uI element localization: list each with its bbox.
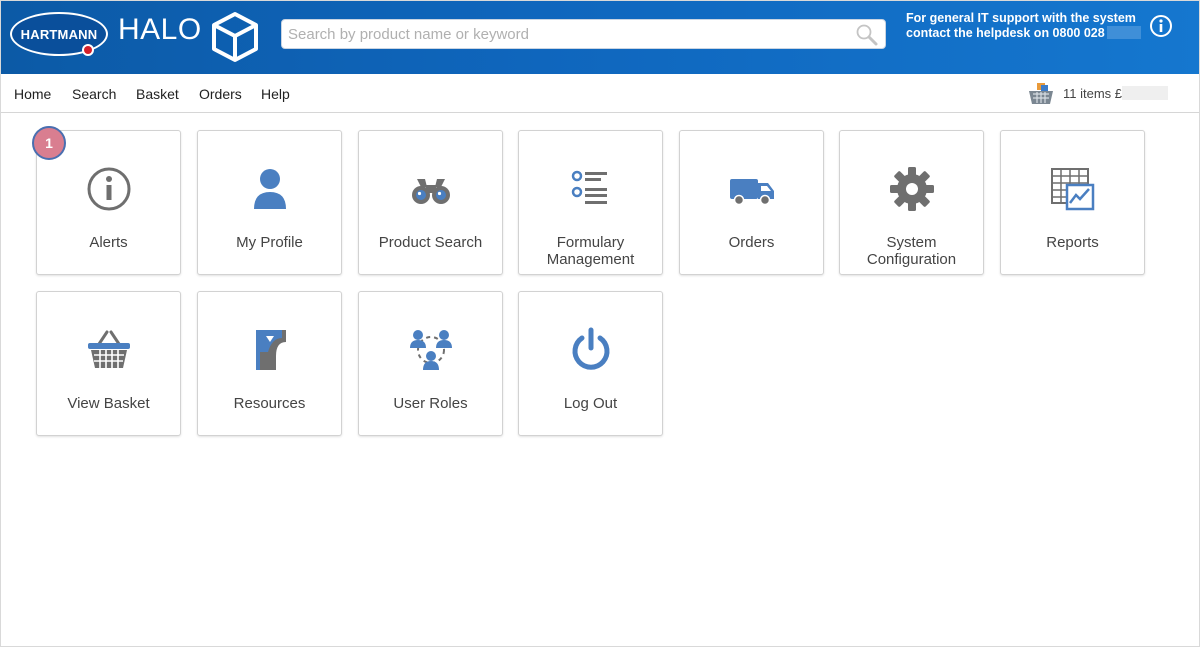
tile-log-out[interactable]: Log Out (518, 291, 663, 436)
cube-icon (212, 12, 258, 62)
hartmann-cross-icon (82, 44, 94, 56)
tile-label-line-2: Management (546, 251, 635, 268)
tile-formulary-management[interactable]: Formulary Management (518, 130, 663, 275)
tile-reports[interactable]: Reports (1000, 130, 1145, 275)
tile-label: Log Out (563, 395, 618, 412)
alerts-count-badge: 1 (32, 126, 66, 160)
info-icon[interactable] (1149, 14, 1173, 38)
list-icon (571, 170, 607, 204)
support-text: For general IT support with the system c… (906, 11, 1141, 41)
tile-resources[interactable]: Resources (197, 291, 342, 436)
tile-label-line-1: System (886, 234, 937, 251)
search-icon[interactable] (855, 23, 879, 47)
tile-view-basket[interactable]: View Basket (36, 291, 181, 436)
tile-label-line-1: Formulary (556, 234, 625, 251)
header-bar: HARTMANN HALO For general IT support wit… (1, 1, 1199, 74)
user-group-icon (409, 330, 452, 370)
search-input[interactable] (282, 20, 842, 48)
nav-help[interactable]: Help (261, 86, 290, 102)
tile-label: View Basket (67, 395, 150, 412)
tile-label: Product Search (378, 234, 483, 251)
info-circle-icon (87, 167, 130, 211)
tile-label: User Roles (393, 395, 468, 412)
tile-system-configuration[interactable]: System Configuration (839, 130, 984, 275)
nav-home[interactable]: Home (14, 86, 51, 102)
tile-my-profile[interactable]: My Profile (197, 130, 342, 275)
binoculars-icon (411, 179, 450, 204)
truck-icon (729, 179, 774, 206)
nav-basket[interactable]: Basket (136, 86, 179, 102)
nav-search[interactable]: Search (72, 86, 116, 102)
tile-orders[interactable]: Orders (679, 130, 824, 275)
tile-label: My Profile (236, 234, 303, 251)
search-box (281, 19, 886, 49)
tile-label-line-2: Configuration (866, 251, 957, 268)
app-window: HARTMANN HALO For general IT support wit… (0, 0, 1200, 647)
redacted-phone (1106, 26, 1141, 39)
tile-user-roles[interactable]: User Roles (358, 291, 503, 436)
support-line-2: contact the helpdesk on 0800 028 (906, 26, 1105, 40)
gear-icon (889, 167, 934, 211)
main-nav: Home Search Basket Orders Help 11 items … (1, 74, 1199, 113)
basket-summary[interactable]: 11 items £ (1063, 86, 1169, 101)
redacted-amount (1122, 86, 1169, 100)
tile-label: Orders (728, 234, 775, 251)
tile-label: Resources (233, 395, 306, 412)
tile-label: System Configuration (840, 234, 983, 268)
user-icon (253, 169, 286, 209)
tile-label: Alerts (89, 234, 128, 251)
tile-label: Reports (1046, 234, 1099, 251)
basket-summary-text: 11 items £ (1063, 86, 1123, 101)
basket-icon (87, 330, 130, 368)
basket-mini-icon[interactable] (1027, 82, 1055, 106)
report-chart-icon (1050, 168, 1094, 211)
support-line-1: For general IT support with the system (906, 11, 1136, 25)
power-icon (572, 327, 609, 370)
logo-text: HARTMANN (20, 26, 98, 42)
tile-product-search[interactable]: Product Search (358, 130, 503, 275)
tile-label: Formulary Management (519, 234, 662, 268)
app-title: HALO (118, 13, 202, 46)
book-icon (255, 330, 286, 370)
nav-orders[interactable]: Orders (199, 86, 242, 102)
